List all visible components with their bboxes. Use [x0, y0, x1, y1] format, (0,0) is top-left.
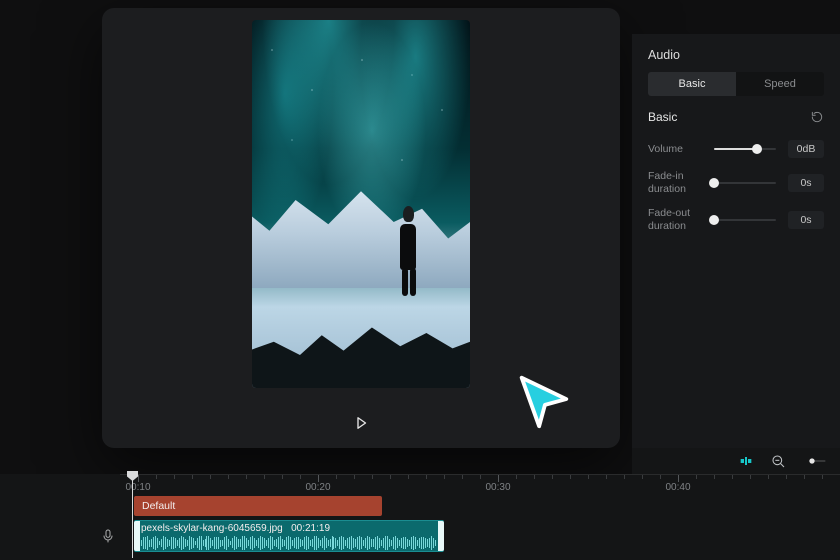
- volume-row: Volume 0dB: [632, 134, 840, 164]
- timeline-tools: [632, 448, 840, 474]
- timeline-playhead[interactable]: [132, 473, 133, 558]
- audio-title: Audio: [632, 34, 840, 72]
- volume-label: Volume: [648, 143, 702, 156]
- volume-value[interactable]: 0dB: [788, 140, 824, 158]
- fadeout-value[interactable]: 0s: [788, 211, 824, 229]
- snap-icon[interactable]: [738, 453, 754, 469]
- reset-icon[interactable]: [810, 110, 824, 124]
- play-button[interactable]: [348, 410, 374, 436]
- clip-duration: 00:21:19: [291, 523, 330, 534]
- clip-handle-left[interactable]: [134, 521, 140, 551]
- clip-media-meta: pexels-skylar-kang-6045659.jpg 00:21:19: [141, 523, 437, 534]
- cursor-icon: [512, 370, 574, 432]
- clip-default-label: Default: [142, 500, 175, 512]
- fadeout-label: Fade-out duration: [648, 207, 702, 232]
- clip-handle-right[interactable]: [438, 521, 444, 551]
- zoom-slider-icon[interactable]: [802, 453, 830, 469]
- volume-slider[interactable]: [714, 142, 776, 156]
- fadeout-slider[interactable]: [714, 213, 776, 227]
- fadein-value[interactable]: 0s: [788, 174, 824, 192]
- clip-media[interactable]: pexels-skylar-kang-6045659.jpg 00:21:19: [134, 520, 444, 552]
- preview-rocks: [252, 278, 470, 388]
- tab-speed[interactable]: Speed: [736, 72, 824, 96]
- preview-person: [392, 206, 422, 298]
- preview-panel: [102, 8, 620, 448]
- fadein-row: Fade-in duration 0s: [632, 164, 840, 201]
- audio-section-label: Basic: [648, 110, 677, 124]
- fadein-slider[interactable]: [714, 176, 776, 190]
- clip-filename: pexels-skylar-kang-6045659.jpg: [141, 523, 283, 534]
- play-icon: [352, 414, 370, 432]
- tab-basic[interactable]: Basic: [648, 72, 736, 96]
- fadein-label: Fade-in duration: [648, 170, 702, 195]
- audio-panel: Audio Basic Speed Basic Volume 0dB Fade-…: [632, 34, 840, 448]
- preview-media: [252, 20, 470, 388]
- audio-tabs: Basic Speed: [648, 72, 824, 96]
- preview-mountains: [252, 178, 470, 288]
- clip-waveform: [141, 536, 437, 550]
- clip-default[interactable]: Default: [134, 496, 382, 516]
- fadeout-row: Fade-out duration 0s: [632, 201, 840, 238]
- zoom-out-icon[interactable]: [770, 453, 786, 469]
- mic-icon[interactable]: [100, 528, 116, 544]
- timeline-ruler[interactable]: 00:1000:2000:3000:40: [120, 474, 840, 494]
